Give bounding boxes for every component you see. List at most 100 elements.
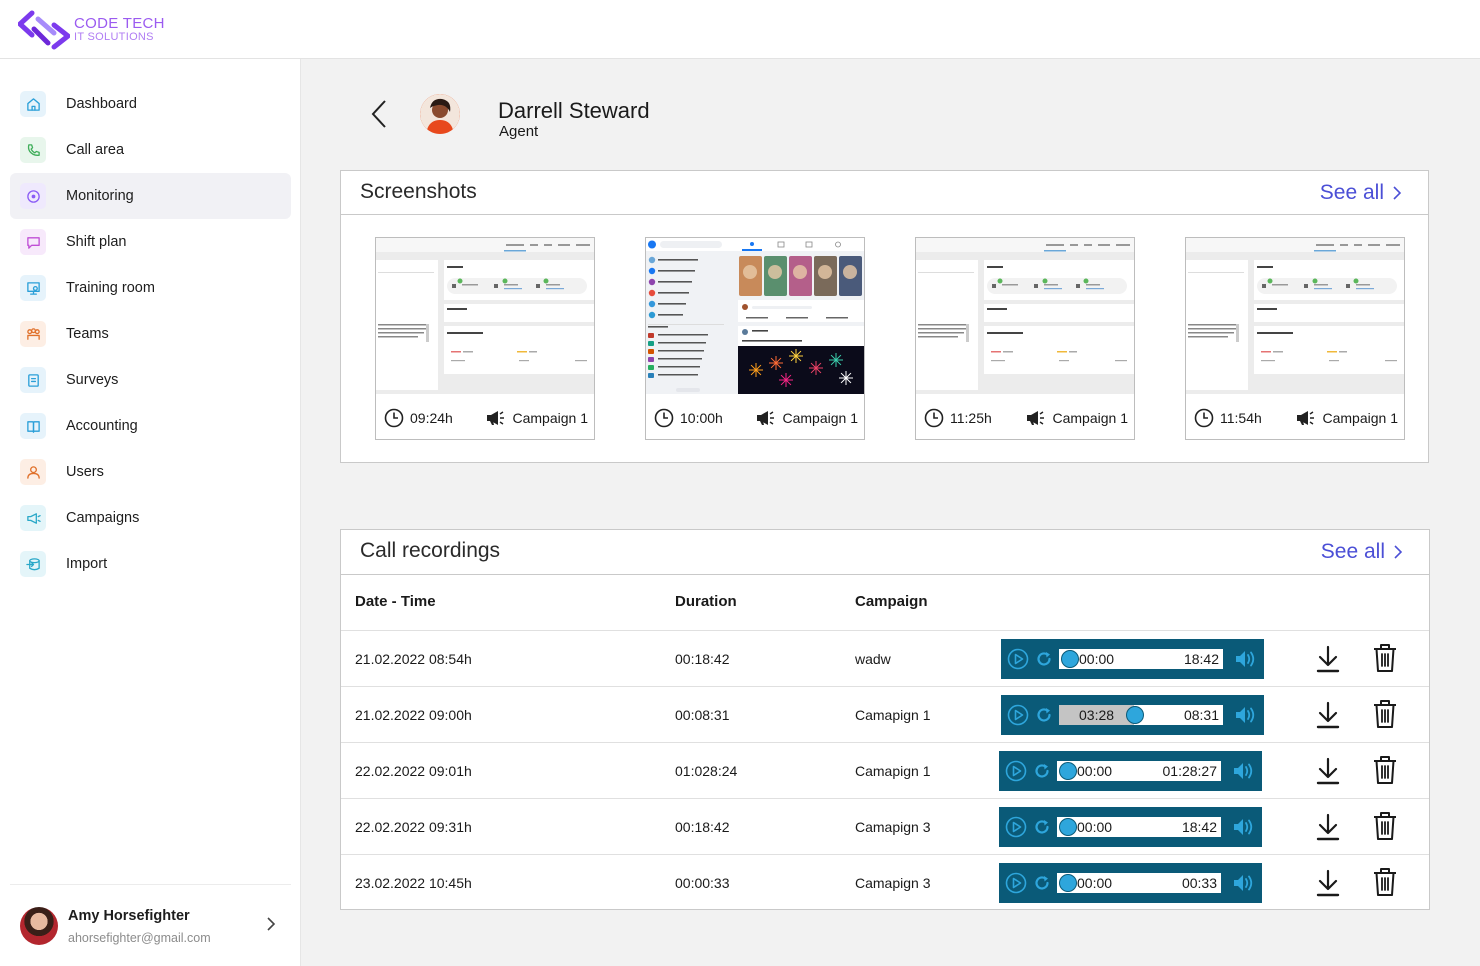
agent-avatar [420,94,460,134]
chevron-right-icon [1393,186,1402,200]
recording-datetime: 22.02.2022 09:31h [355,819,472,835]
screenshot-campaign: Campaign 1 [512,410,589,426]
replay-icon[interactable] [1033,818,1051,836]
recording-datetime: 21.02.2022 08:54h [355,651,472,667]
screenshot-time: 11:54h [1220,410,1262,426]
column-header-datetime[interactable]: Date - Time [355,593,436,610]
nav-icon-wrap [20,229,46,255]
trash-icon[interactable] [1371,698,1399,730]
replay-icon[interactable] [1035,706,1053,724]
screenshot-card[interactable]: 11:25h Campaign 1 [915,237,1135,440]
table-row: 21.02.2022 08:54h 00:18:42 wadw 00:00 18:42 [341,631,1429,687]
column-header-duration[interactable]: Duration [675,593,737,610]
volume-icon[interactable] [1232,760,1256,782]
nav-icon-wrap [20,321,46,347]
sidebar-item-monitoring[interactable]: Monitoring [10,173,291,219]
recording-duration: 00:00:33 [675,875,730,891]
download-icon[interactable] [1315,700,1341,730]
sidebar-item-teams[interactable]: Teams [10,311,291,357]
screenshot-image[interactable] [916,238,1134,394]
audio-progress-bar[interactable]: 00:00 01:28:27 [1057,761,1221,781]
sidebar-item-users[interactable]: Users [10,449,291,495]
audio-total-time: 18:42 [1181,819,1217,835]
trash-icon[interactable] [1371,866,1399,898]
play-icon[interactable] [1005,816,1027,838]
current-user[interactable]: Amy Horsefighter ahorsefighter@gmail.com [10,884,291,966]
user-icon [26,465,40,479]
audio-current-time: 03:28 [1079,707,1115,723]
import-icon [25,557,40,570]
volume-icon[interactable] [1232,816,1256,838]
audio-progress-knob[interactable] [1061,650,1079,668]
megaphone-icon [26,512,41,524]
download-icon[interactable] [1315,756,1341,786]
screenshot-campaign: Campaign 1 [782,410,859,426]
clock-icon [384,408,404,428]
trash-icon[interactable] [1371,642,1399,674]
table-row: 21.02.2022 09:00h 00:08:31 Camapign 1 03:28… [341,687,1429,743]
audio-current-time: 00:00 [1077,819,1113,835]
screenshot-image[interactable] [1186,238,1404,394]
brand-logo[interactable]: CODE TECH IT SOLUTIONS [18,7,165,53]
replay-icon[interactable] [1033,762,1051,780]
sidebar-item-shift-plan[interactable]: Shift plan [10,219,291,265]
audio-progress-knob[interactable] [1059,818,1077,836]
screenshot-card[interactable]: 10:00h Campaign 1 [645,237,865,440]
screenshot-image[interactable] [646,238,864,394]
play-icon[interactable] [1007,704,1029,726]
download-icon[interactable] [1315,868,1341,898]
trash-icon[interactable] [1371,810,1399,842]
sidebar-item-label: Teams [66,326,109,342]
audio-current-time: 00:00 [1079,651,1115,667]
play-icon[interactable] [1007,648,1029,670]
play-icon[interactable] [1005,872,1027,894]
clock-icon [1194,408,1214,428]
screenshot-card[interactable]: 11:54h Campaign 1 [1185,237,1405,440]
replay-icon[interactable] [1033,874,1051,892]
recordings-see-all-link[interactable]: See all [1321,540,1403,564]
column-header-campaign[interactable]: Campaign [855,593,928,610]
screenshot-image[interactable] [376,238,594,394]
audio-progress-knob[interactable] [1059,762,1077,780]
screenshot-meta: 09:24h Campaign 1 [384,406,588,430]
volume-icon[interactable] [1234,648,1258,670]
sidebar-item-surveys[interactable]: Surveys [10,357,291,403]
screenshots-see-all-link[interactable]: See all [1320,181,1402,205]
see-all-label: See all [1319,181,1384,204]
download-icon[interactable] [1315,812,1341,842]
see-all-label: See all [1320,540,1385,563]
trash-icon[interactable] [1371,754,1399,786]
sidebar-item-campaigns[interactable]: Campaigns [10,495,291,541]
chevron-right-icon[interactable] [265,917,277,931]
table-row: 23.02.2022 10:45h 00:00:33 Camapign 3 00:00… [341,855,1429,911]
table-row: 22.02.2022 09:01h 01:028:24 Camapign 1 00:0… [341,743,1429,799]
volume-icon[interactable] [1232,872,1256,894]
back-chevron-icon[interactable] [369,99,389,129]
audio-progress-bar[interactable]: 00:00 00:33 [1057,873,1221,893]
replay-icon[interactable] [1035,650,1053,668]
audio-progress-knob[interactable] [1126,706,1144,724]
sidebar-nav: Dashboard Call area Monitoring Shift plan Tr… [10,81,291,587]
sidebar: Dashboard Call area Monitoring Shift plan Tr… [0,59,301,966]
play-icon[interactable] [1005,760,1027,782]
audio-player: 00:00 00:33 [999,863,1262,903]
audio-progress-bar[interactable]: 00:00 18:42 [1059,649,1223,669]
sidebar-item-call-area[interactable]: Call area [10,127,291,173]
audio-progress-bar[interactable]: 00:00 18:42 [1057,817,1221,837]
audio-progress-bar[interactable]: 03:28 08:31 [1059,705,1223,725]
sidebar-item-training-room[interactable]: Training room [10,265,291,311]
screenshot-card[interactable]: 09:24h Campaign 1 [375,237,595,440]
screenshot-preview [1186,238,1404,394]
phone-icon [27,143,40,156]
nav-icon-wrap [20,367,46,393]
user-name: Amy Horsefighter [68,908,190,924]
audio-progress-knob[interactable] [1059,874,1077,892]
sidebar-item-import[interactable]: Import [10,541,291,587]
sidebar-item-accounting[interactable]: Accounting [10,403,291,449]
sidebar-item-dashboard[interactable]: Dashboard [10,81,291,127]
audio-total-time: 00:33 [1181,875,1217,891]
screenshot-campaign: Campaign 1 [1052,410,1129,426]
nav-icon-wrap [20,459,46,485]
volume-icon[interactable] [1234,704,1258,726]
download-icon[interactable] [1315,644,1341,674]
